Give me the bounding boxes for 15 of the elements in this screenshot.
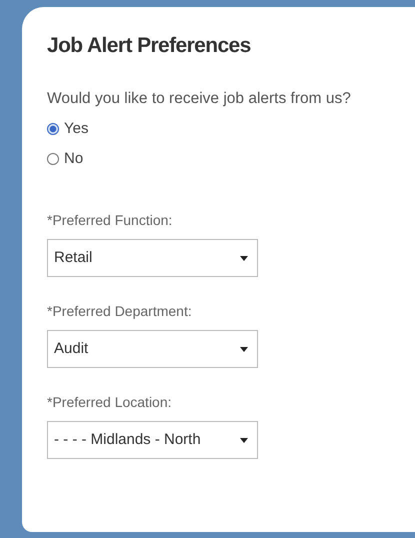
field-label: *Preferred Department:: [47, 302, 193, 322]
radio-label[interactable]: No: [64, 148, 84, 171]
caret-icon: [240, 346, 248, 352]
dropdown-field[interactable]: Retail: [47, 239, 258, 278]
section-title: Job Alert Preferences: [47, 33, 252, 58]
field-label: *Preferred Function:: [47, 211, 174, 230]
dropdown-field[interactable]: Audit: [47, 330, 258, 368]
radio-label[interactable]: Yes: [64, 118, 88, 141]
radio-button[interactable]: [47, 153, 59, 166]
caret-icon: [240, 438, 248, 443]
caret-icon: [240, 256, 248, 261]
dropdown-field[interactable]: - - - - Midlands - North: [47, 421, 258, 460]
radio-button[interactable]: [47, 123, 59, 136]
question-text: Would you like to receive job alerts from us?: [47, 89, 352, 110]
field-label: *Preferred Location:: [47, 393, 173, 412]
